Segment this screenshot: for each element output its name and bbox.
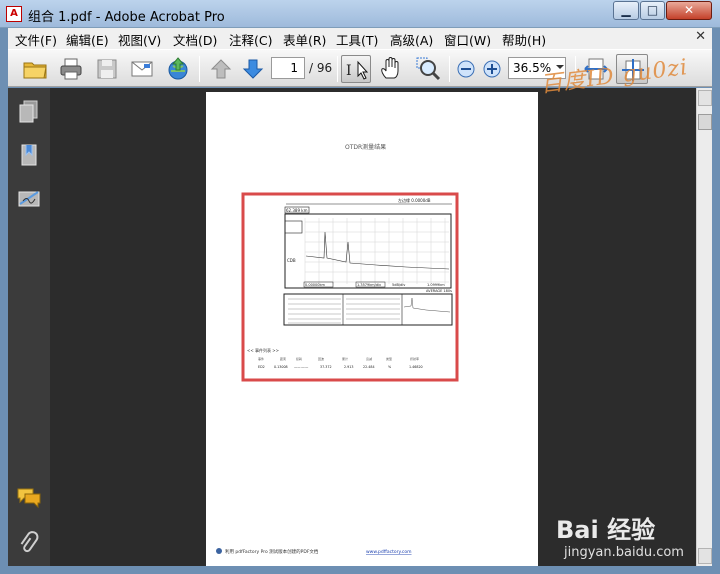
pages-panel-icon[interactable] [15, 98, 43, 126]
title-bar: A 组合 1.pdf - Adobe Acrobat Pro ▁ □ ✕ [0, 0, 720, 28]
zoom-tool-icon[interactable] [415, 56, 441, 82]
pdffactory-logo-icon [216, 548, 222, 554]
cursor-select-icon: I [346, 60, 369, 80]
page-header: OTDR测量结果 [345, 143, 386, 151]
svg-text:折射率: 折射率 [410, 356, 419, 361]
menu-bar: 文件(F) 编辑(E) 视图(V) 文档(D) 注释(C) 表单(R) 工具(T… [8, 28, 712, 49]
document-viewport[interactable]: OTDR测量结果 左边缘 0.0000dB 62.389 km CDB 0.00… [50, 88, 696, 566]
window-title: 组合 1.pdf - Adobe Acrobat Pro [28, 10, 225, 25]
save-icon[interactable] [94, 56, 120, 82]
trace-dist-right: 1.0999km [427, 283, 445, 287]
trace-average: AVERAGE 180s [426, 289, 452, 293]
parameter-table [283, 293, 453, 326]
close-button[interactable]: ✕ [666, 1, 712, 20]
maximize-button[interactable]: □ [640, 1, 665, 20]
email-icon[interactable] [129, 56, 155, 82]
page-footer: 利用 pdfFactory Pro 测试版本创建的PDF文档 [225, 548, 319, 555]
baidu-url: jingyan.baidu.com [564, 545, 684, 560]
comments-panel-icon[interactable] [15, 484, 43, 512]
report-top-right: 左边缘 0.0000dB [398, 197, 431, 203]
svg-text:1.46820: 1.46820 [409, 365, 423, 369]
trace-start: 0.00000km [305, 283, 326, 287]
svg-text:累计: 累计 [342, 356, 348, 361]
baidu-logo: Bai 经验 [556, 516, 656, 544]
pdf-page: OTDR测量结果 左边缘 0.0000dB 62.389 km CDB 0.00… [206, 92, 538, 566]
scroll-thumb[interactable] [698, 114, 712, 130]
svg-text:I: I [346, 63, 352, 79]
zoom-in-icon[interactable] [482, 59, 502, 79]
svg-text:37.372: 37.372 [320, 365, 332, 369]
report-distance: 62.389 km [286, 208, 308, 213]
menu-edit[interactable]: 编辑(E) [66, 30, 109, 49]
print-icon[interactable] [58, 56, 84, 82]
menu-forms[interactable]: 表单(R) [283, 30, 326, 49]
trace-range: 1.3579km/div [357, 283, 381, 287]
page-total: / 96 [309, 61, 333, 75]
vertical-scrollbar[interactable] [696, 88, 712, 566]
signatures-panel-icon[interactable] [15, 185, 43, 213]
menu-file[interactable]: 文件(F) [15, 30, 57, 49]
scroll-down-button[interactable] [698, 548, 712, 564]
menu-advanced[interactable]: 高级(A) [390, 30, 433, 49]
svg-text:22.484: 22.484 [363, 365, 375, 369]
svg-text:类型: 类型 [386, 356, 392, 361]
svg-text:——.——: ——.—— [294, 365, 309, 369]
menu-tools[interactable]: 工具(T) [336, 30, 378, 49]
page-content: OTDR测量结果 左边缘 0.0000dB 62.389 km CDB 0.00… [216, 143, 459, 555]
event-table-title: << 事件列表 >> [247, 347, 279, 353]
menu-document[interactable]: 文档(D) [173, 30, 217, 49]
svg-text:距离: 距离 [280, 356, 286, 361]
baidu-jingyan-watermark: Bai 经验 jingyan.baidu.com [556, 510, 684, 560]
menu-comments[interactable]: 注释(C) [229, 30, 272, 49]
svg-text:2.913: 2.913 [344, 365, 353, 369]
web-upload-icon[interactable] [165, 56, 191, 82]
svg-text:ED2: ED2 [258, 365, 265, 369]
trace-ylabel: CDB [287, 258, 296, 263]
hand-tool-icon[interactable] [378, 56, 404, 82]
previous-page-icon[interactable] [208, 56, 234, 82]
svg-text:损耗: 损耗 [296, 356, 302, 361]
scroll-up-button[interactable] [698, 90, 712, 106]
acrobat-pdf-icon: A [6, 6, 22, 22]
navigation-sidebar [8, 88, 50, 566]
bookmarks-panel-icon[interactable] [15, 141, 43, 169]
document-close-icon[interactable]: ✕ [695, 29, 706, 44]
footer-link: www.pdffactory.com [366, 549, 412, 555]
svg-text:回波: 回波 [318, 356, 324, 361]
attachments-panel-icon[interactable] [15, 528, 43, 556]
svg-text:0.13008: 0.13008 [274, 365, 288, 369]
svg-text:%: % [388, 365, 391, 369]
menu-view[interactable]: 视图(V) [118, 30, 161, 49]
menu-help[interactable]: 帮助(H) [502, 30, 546, 49]
page-number-input[interactable]: 1 [271, 57, 305, 79]
trace-db-div: 5dB/div [392, 283, 405, 287]
open-folder-icon[interactable] [22, 56, 48, 82]
svg-text:事件: 事件 [258, 356, 264, 361]
next-page-icon[interactable] [240, 56, 266, 82]
menu-window[interactable]: 窗口(W) [444, 30, 491, 49]
select-tool-button[interactable]: I [341, 55, 371, 83]
zoom-out-icon[interactable] [456, 59, 476, 79]
svg-text:衰减: 衰减 [366, 356, 372, 361]
minimize-button[interactable]: ▁ [613, 1, 639, 20]
